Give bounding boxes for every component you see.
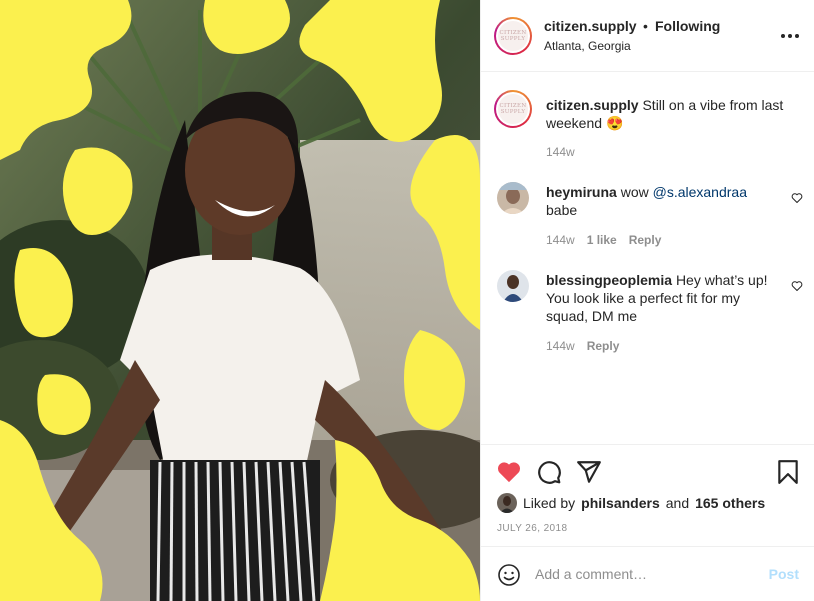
comment-username[interactable]: heymiruna [546, 184, 617, 200]
caption-timestamp[interactable]: 144w [546, 145, 575, 159]
liker-username[interactable]: philsanders [581, 495, 660, 511]
liker-avatar[interactable] [497, 493, 517, 513]
comment-meta: 144w 1 like Reply [546, 233, 661, 247]
caption-text: citizen.supply Still on a vibe from last… [546, 96, 801, 132]
comment-username[interactable]: blessingpeoplemia [546, 272, 672, 288]
reply-button[interactable]: Reply [629, 233, 662, 247]
others-likes-link[interactable]: 165 others [695, 495, 765, 511]
add-comment-input[interactable]: Add a comment… [535, 566, 647, 582]
post-actions: Liked by philsanders and 165 others JULY… [481, 444, 814, 601]
likes-summary: Liked by philsanders and 165 others [497, 493, 765, 513]
post-header: CITIZEN SUPPLY citizen.supply • Followin… [481, 0, 814, 72]
following-button[interactable]: Following [655, 18, 720, 34]
like-comment-heart-icon[interactable] [791, 280, 803, 292]
add-comment-bar: Add a comment… Post [481, 546, 814, 601]
like-comment-heart-icon[interactable] [791, 192, 803, 204]
comment-text: heymiruna wow @s.alexandraa babe [546, 183, 776, 219]
comment-icon[interactable] [536, 459, 562, 485]
comment-body: wow [620, 184, 653, 200]
reply-button[interactable]: Reply [587, 339, 620, 353]
post-date[interactable]: JULY 26, 2018 [497, 523, 567, 534]
header-username[interactable]: citizen.supply [544, 18, 637, 34]
location-link[interactable]: Atlanta, Georgia [544, 39, 631, 53]
commenter-avatar[interactable] [497, 270, 529, 302]
comment-likes-count[interactable]: 1 like [587, 233, 617, 247]
post-image[interactable] [0, 0, 480, 601]
emoji-icon[interactable] [497, 563, 521, 587]
comment-timestamp[interactable]: 144w [546, 339, 575, 353]
liked-by-text: Liked by [523, 495, 576, 511]
caption-avatar-logo: CITIZEN SUPPLY [498, 94, 528, 124]
caption-avatar[interactable]: CITIZEN SUPPLY [494, 90, 532, 128]
commenter-avatar[interactable] [497, 182, 529, 214]
comment-text: blessingpeoplemia Hey what’s up! You loo… [546, 271, 776, 325]
avatar-logo: CITIZEN SUPPLY [498, 21, 528, 51]
comment-meta: 144w Reply [546, 339, 619, 353]
header-separator: • [643, 18, 648, 34]
save-bookmark-icon[interactable] [775, 459, 801, 485]
share-icon[interactable] [576, 459, 602, 485]
heart-eyes-emoji: 😍 [605, 115, 624, 131]
post-photo [0, 0, 480, 601]
comment-body-end: babe [546, 202, 578, 218]
more-options-icon[interactable] [781, 28, 799, 44]
avatar[interactable]: CITIZEN SUPPLY [494, 17, 532, 55]
like-heart-icon[interactable] [496, 459, 522, 485]
post-comment-button[interactable]: Post [769, 566, 799, 582]
mention-link[interactable]: @s.alexandraa [653, 184, 747, 200]
caption-username[interactable]: citizen.supply [546, 97, 639, 113]
comment-timestamp[interactable]: 144w [546, 233, 575, 247]
likes-and-text: and [665, 495, 690, 511]
post-details-panel: CITIZEN SUPPLY citizen.supply • Followin… [480, 0, 814, 601]
